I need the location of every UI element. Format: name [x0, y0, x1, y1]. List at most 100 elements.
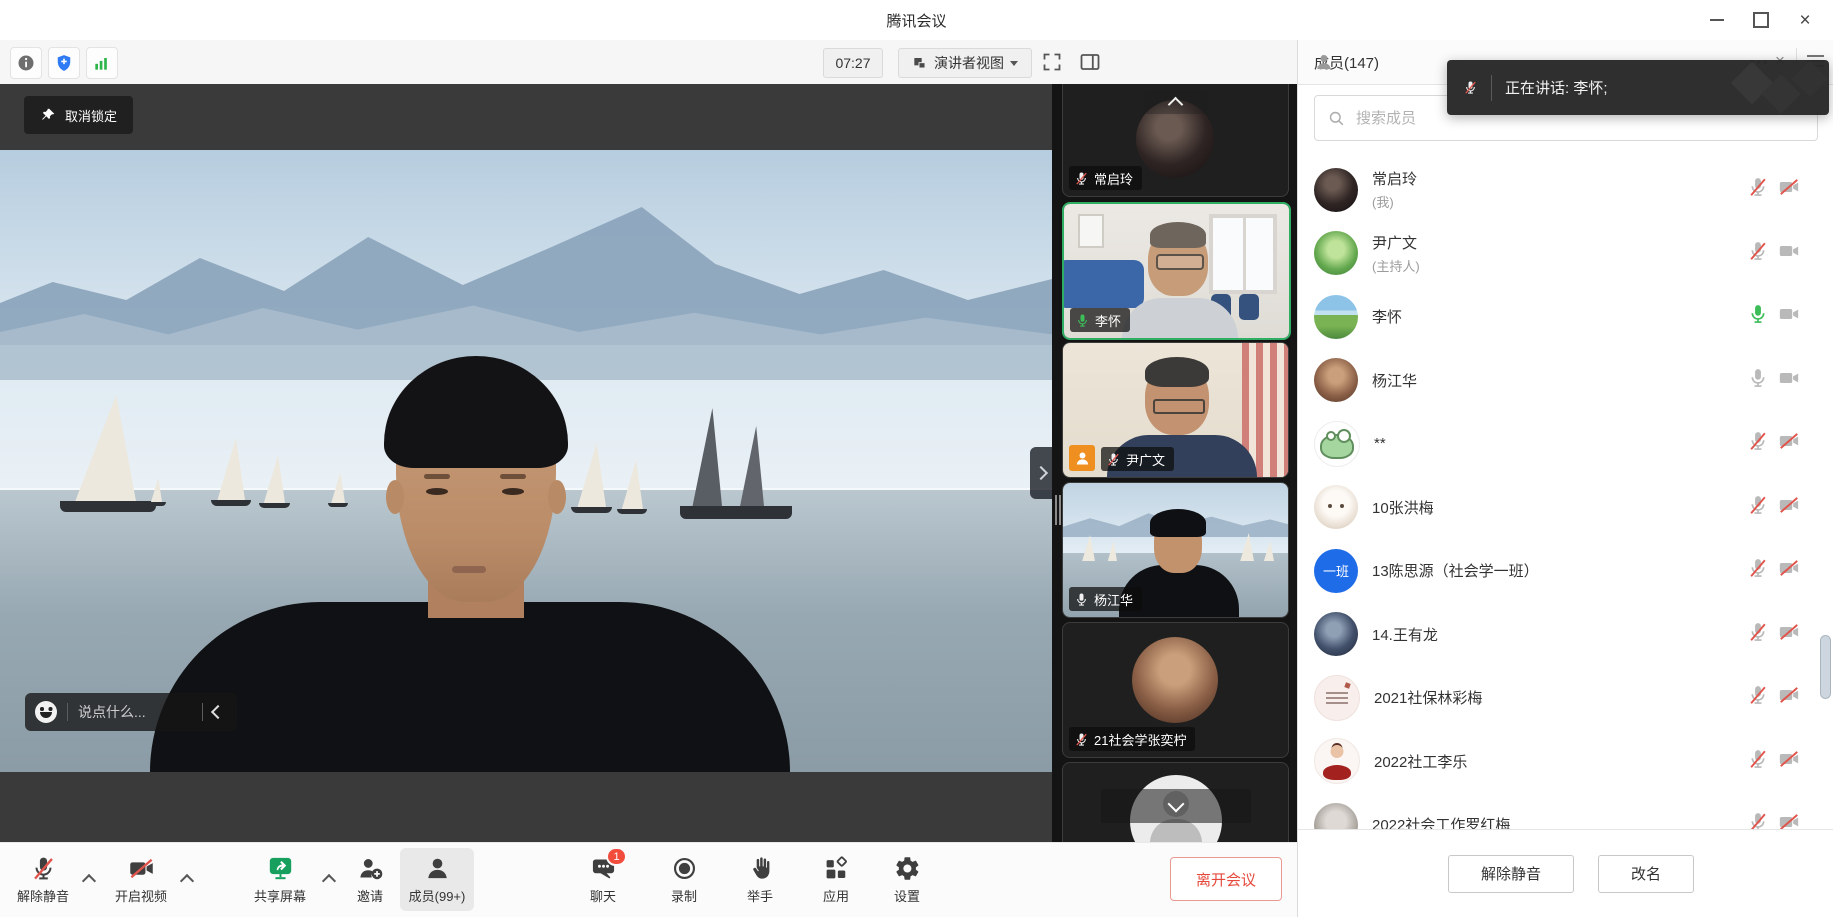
camera-off-icon[interactable]: [1778, 557, 1800, 584]
close-button[interactable]: ×: [1783, 0, 1827, 40]
member-row[interactable]: 2022社工李乐: [1298, 730, 1833, 794]
toolbar-item-label: 聊天: [590, 886, 616, 905]
mic-muted-icon[interactable]: [1747, 240, 1769, 267]
layout-icon: [912, 55, 928, 71]
mic-muted-icon[interactable]: [1747, 176, 1769, 203]
member-row[interactable]: 2021社保林彩梅: [1298, 666, 1833, 730]
camera-off-icon[interactable]: [1778, 494, 1800, 521]
filmstrip-scroll-down-button[interactable]: [1101, 789, 1251, 823]
member-avatar: [1314, 231, 1358, 275]
member-avatar: [1314, 358, 1358, 402]
camera-off-icon: [127, 854, 155, 882]
toolbar-item-settings[interactable]: 设置: [869, 848, 945, 911]
member-row[interactable]: 李怀: [1298, 285, 1833, 349]
window-controls: ×: [1695, 0, 1827, 40]
camera-icon[interactable]: [1778, 303, 1800, 330]
mic-icon[interactable]: [1747, 367, 1769, 394]
video-thumbnail[interactable]: 尹广文: [1062, 342, 1289, 478]
maximize-button[interactable]: [1739, 0, 1783, 40]
camera-off-icon[interactable]: [1778, 430, 1800, 457]
mic-muted-icon[interactable]: [1747, 748, 1769, 775]
camera-off-icon[interactable]: [1778, 748, 1800, 775]
member-name: 杨江华: [1372, 370, 1747, 391]
side-panel-toggle-button[interactable]: [1078, 50, 1102, 74]
participant-filmstrip: 常启玲 李怀: [1052, 84, 1297, 843]
toolbar-item-apps[interactable]: 应用: [798, 848, 874, 911]
member-row[interactable]: 10张洪梅: [1298, 476, 1833, 540]
toolbar-item-label: 解除静音: [17, 886, 69, 905]
unmute-button[interactable]: 解除静音: [1448, 855, 1574, 893]
share-options-caret[interactable]: [324, 873, 335, 884]
camera-options-caret[interactable]: [182, 873, 193, 884]
chevron-down-icon: [1010, 61, 1018, 66]
mic-active-icon[interactable]: [1747, 303, 1769, 330]
security-button[interactable]: [48, 47, 80, 79]
main-video-stage[interactable]: 取消锁定 说点什么...: [0, 84, 1052, 843]
video-thumbnail-active-speaker[interactable]: 李怀: [1062, 202, 1291, 340]
emoji-icon[interactable]: [35, 701, 57, 723]
leave-meeting-button[interactable]: 离开会议: [1170, 857, 1282, 901]
minimize-button[interactable]: [1695, 0, 1739, 40]
mic-options-caret[interactable]: [84, 873, 95, 884]
toolbar-item-invite[interactable]: 邀请: [340, 848, 400, 911]
mic-muted-icon[interactable]: [1747, 684, 1769, 711]
filmstrip-resize-handle[interactable]: [1055, 495, 1057, 525]
mic-muted-icon[interactable]: [1747, 557, 1769, 584]
toolbar-item-label: 应用: [823, 886, 849, 905]
video-feed: [1063, 343, 1288, 477]
camera-off-icon[interactable]: [1778, 811, 1800, 830]
chevron-down-icon: [1167, 796, 1184, 813]
toolbar-item-members[interactable]: 成员(99+): [400, 848, 474, 911]
camera-off-icon[interactable]: [1778, 684, 1800, 711]
video-thumbnail[interactable]: 杨江华: [1062, 482, 1289, 618]
toolbar-item-mic-muted[interactable]: 解除静音: [5, 848, 81, 911]
member-row[interactable]: **: [1298, 412, 1833, 476]
member-row[interactable]: 杨江华: [1298, 349, 1833, 413]
mic-muted-icon: [1106, 452, 1121, 467]
toolbar-item-record[interactable]: 录制: [646, 848, 722, 911]
camera-icon[interactable]: [1778, 240, 1800, 267]
network-status-button[interactable]: [86, 47, 118, 79]
toolbar-item-chat[interactable]: 1 聊天: [565, 848, 641, 911]
member-row[interactable]: 尹广文(主持人): [1298, 222, 1833, 286]
toolbar-item-raise-hand[interactable]: 举手: [722, 848, 798, 911]
mic-muted-icon[interactable]: [1747, 621, 1769, 648]
member-list-scrollbar[interactable]: [1820, 635, 1831, 699]
signal-bars-icon: [92, 53, 112, 73]
rename-button[interactable]: 改名: [1598, 855, 1694, 893]
video-thumbnail[interactable]: 21社会学张奕柠: [1062, 622, 1289, 758]
minimize-icon: [1710, 19, 1724, 21]
quick-chat-input[interactable]: 说点什么...: [78, 702, 192, 722]
member-row[interactable]: 14.王有龙: [1298, 603, 1833, 667]
collapse-chat-icon[interactable]: [211, 705, 225, 719]
unpin-button[interactable]: 取消锁定: [24, 96, 133, 134]
chevron-right-icon: [1034, 466, 1048, 480]
view-mode-selector[interactable]: 演讲者视图: [898, 48, 1032, 78]
filmstrip-scroll-up-button[interactable]: [1144, 90, 1208, 114]
toolbar-item-label: 邀请: [357, 886, 383, 905]
member-name: 2021社保林彩梅: [1374, 687, 1747, 708]
meeting-timer: 07:27: [823, 48, 883, 78]
camera-icon[interactable]: [1778, 367, 1800, 394]
mic-muted-icon[interactable]: [1747, 494, 1769, 521]
mic-muted-icon[interactable]: [1747, 430, 1769, 457]
filmstrip-collapse-button[interactable]: [1030, 447, 1052, 499]
toolbar-item-camera-off[interactable]: 开启视频: [103, 848, 179, 911]
video-thumbnail-partial[interactable]: [1062, 762, 1289, 843]
member-row[interactable]: 一班13陈思源（社会学一班）: [1298, 539, 1833, 603]
tencent-meeting-window: 腾讯会议 × 07:27 演讲者视图: [0, 0, 1833, 917]
camera-off-icon[interactable]: [1778, 621, 1800, 648]
mic-muted-icon[interactable]: [1747, 811, 1769, 830]
mic-icon: [1074, 592, 1089, 607]
close-icon: ×: [1799, 11, 1810, 30]
fullscreen-button[interactable]: [1040, 50, 1064, 74]
toolbar-item-screen-share[interactable]: 共享屏幕: [238, 848, 322, 911]
meeting-info-button[interactable]: [10, 47, 42, 79]
mic-muted-icon: [1074, 732, 1089, 747]
member-row[interactable]: 2022社会工作罗红梅: [1298, 793, 1833, 830]
chat-unread-badge: 1: [606, 847, 627, 866]
camera-off-icon[interactable]: [1778, 176, 1800, 203]
member-row[interactable]: 常启玲(我): [1298, 158, 1833, 222]
maximize-icon: [1753, 12, 1769, 28]
video-thumbnail[interactable]: 常启玲: [1062, 84, 1289, 197]
